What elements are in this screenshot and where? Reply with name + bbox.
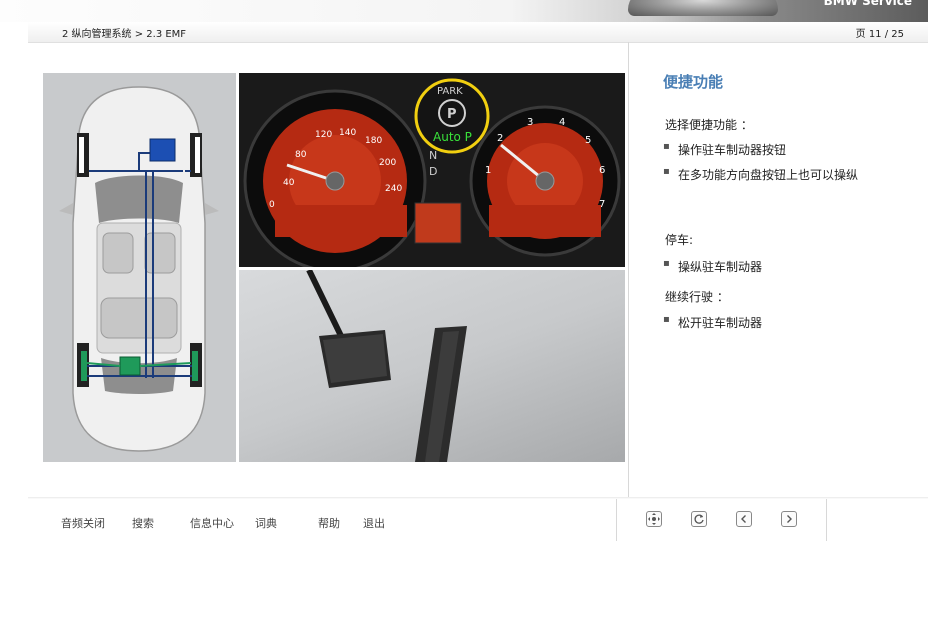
- section-title: 便捷功能: [663, 73, 724, 91]
- list-item: 松开驻车制动器: [663, 314, 762, 331]
- overview-button[interactable]: [646, 511, 662, 527]
- instrument-cluster-image: 40 80 120 140 180 200 240 0 2 3 4 5 6 7 …: [239, 73, 625, 267]
- tacho-tick: 3: [527, 117, 533, 128]
- speedo-tick: 80: [295, 150, 307, 160]
- help-link[interactable]: 帮助: [318, 515, 340, 531]
- tacho-tick: 5: [585, 135, 591, 146]
- dictionary-link[interactable]: 词典: [255, 515, 277, 531]
- list-item: 在多功能方向盘按钮上也可以操纵: [663, 166, 858, 183]
- breadcrumb: 2 纵向管理系统 > 2.3 EMF: [62, 29, 187, 40]
- speedo-tick: 120: [315, 130, 332, 140]
- exit-link[interactable]: 退出: [363, 515, 385, 531]
- speedo-tick: 140: [339, 128, 356, 138]
- speedo-tick: 240: [385, 184, 402, 194]
- content-divider: [628, 42, 629, 497]
- tacho-tick: 4: [559, 117, 565, 128]
- list-item: 操纵驻车制动器: [663, 258, 762, 275]
- header-bar: 2 纵向管理系统 > 2.3 EMF 页 11 / 25: [28, 22, 928, 43]
- speedo-tick: 40: [283, 178, 295, 188]
- top-banner: BMW Service: [0, 0, 928, 22]
- list-item: 操作驻车制动器按钮: [663, 141, 786, 158]
- refresh-button[interactable]: [691, 511, 707, 527]
- refresh-icon: [694, 514, 704, 524]
- pedal-image: [239, 270, 625, 462]
- overview-icon: [648, 513, 660, 525]
- prev-page-button[interactable]: [736, 511, 752, 527]
- footer-divider: [28, 497, 928, 499]
- next-icon: [787, 515, 792, 523]
- banner-car-image: [628, 0, 778, 16]
- search-link[interactable]: 搜索: [132, 515, 154, 531]
- audio-off-link[interactable]: 音频关闭: [61, 515, 105, 531]
- stop-label: 停车:: [665, 233, 694, 247]
- tacho-tick: 2: [497, 133, 503, 144]
- prev-icon: [741, 515, 746, 523]
- intro-text: 选择便捷功能 ：: [665, 118, 753, 132]
- continue-label: 继续行驶 ：: [665, 290, 729, 304]
- gear-d: D: [429, 165, 437, 178]
- car-topview-image: [43, 73, 236, 462]
- footer-separator: [616, 499, 617, 541]
- brand-label: BMW Service: [823, 0, 912, 8]
- page-indicator: 页 11 / 25: [855, 29, 904, 40]
- tacho-tick: 1: [485, 165, 491, 176]
- tacho-tick: 6: [599, 165, 605, 176]
- info-center-link[interactable]: 信息中心: [190, 515, 234, 531]
- speedo-tick: 0: [269, 200, 275, 210]
- next-page-button[interactable]: [781, 511, 797, 527]
- auto-p-label: Auto P: [433, 130, 472, 144]
- gear-n: N: [429, 149, 437, 162]
- speedo-tick: 200: [379, 158, 396, 168]
- p-symbol: P: [447, 107, 457, 122]
- footer-separator: [826, 499, 827, 541]
- park-label: PARK: [437, 86, 463, 97]
- speedo-tick: 180: [365, 136, 382, 146]
